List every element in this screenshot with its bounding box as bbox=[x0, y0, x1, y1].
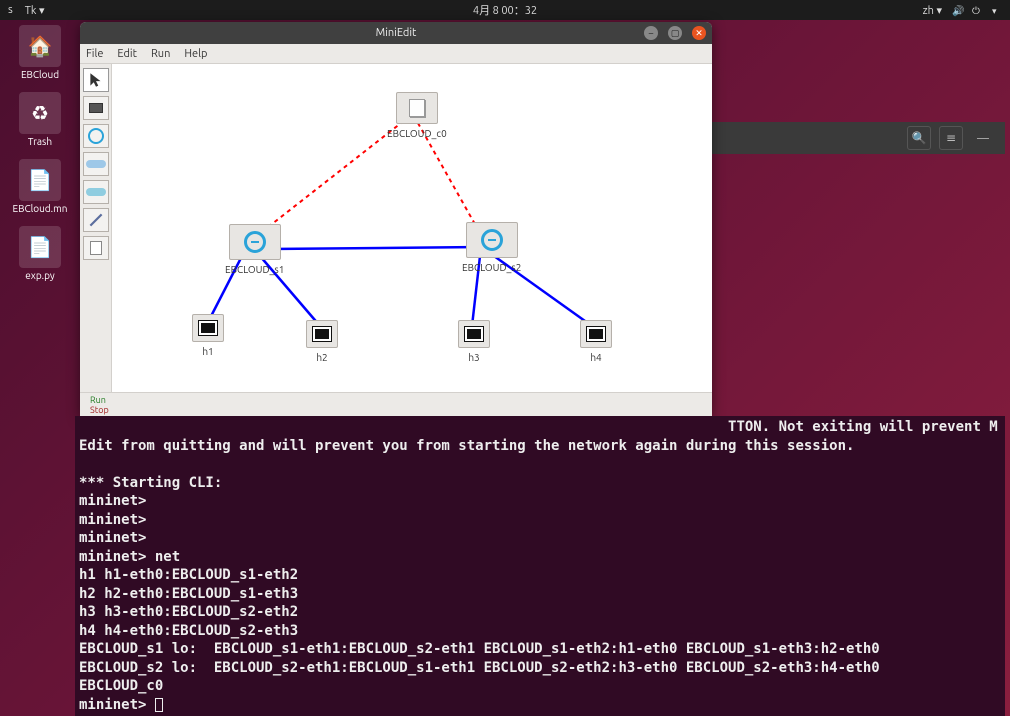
node-label: EBCLOUD_s1 bbox=[225, 264, 284, 275]
window-maximize-button[interactable]: ▢ bbox=[668, 26, 682, 40]
panel-clock[interactable]: 4月 8 00：32 bbox=[473, 2, 537, 18]
terminal-menu-button[interactable]: ≡ bbox=[939, 126, 963, 150]
desktop-icon-trash[interactable]: ♻ Trash bbox=[10, 92, 70, 147]
run-button[interactable]: Run bbox=[84, 395, 712, 405]
trash-icon: ♻ bbox=[19, 92, 61, 134]
tool-pointer[interactable] bbox=[83, 68, 109, 92]
controller-icon bbox=[409, 99, 425, 117]
node-label: EBCLOUD_s2 bbox=[462, 262, 521, 273]
tool-legacy-switch[interactable] bbox=[83, 152, 109, 176]
node-host-h2[interactable]: h2 bbox=[306, 320, 338, 363]
window-minimize-button[interactable]: – bbox=[644, 26, 658, 40]
controller-icon bbox=[90, 241, 102, 255]
home-icon: 🏠 bbox=[19, 25, 61, 67]
menu-file[interactable]: File bbox=[86, 48, 103, 60]
terminal-output[interactable]: TTON. Not exiting will prevent M Edit fr… bbox=[75, 416, 1005, 716]
panel-lang[interactable]: zh ▾ bbox=[923, 4, 942, 17]
panel-left-1[interactable]: s bbox=[8, 4, 13, 17]
node-label: h4 bbox=[590, 352, 601, 363]
file-icon: 📄 bbox=[19, 159, 61, 201]
host-icon bbox=[465, 327, 483, 341]
top-panel: s Tk ▾ 4月 8 00：32 zh ▾ bbox=[0, 0, 1010, 20]
topology-canvas[interactable]: EBCLOUD_c0 EBCLOUD_s1 EBCLOUD_s2 h1 h2 h… bbox=[112, 64, 712, 392]
tool-router[interactable] bbox=[83, 180, 109, 204]
node-switch-s2[interactable]: EBCLOUD_s2 bbox=[462, 222, 521, 273]
terminal-cursor bbox=[155, 698, 163, 712]
window-footer: Run Stop bbox=[80, 392, 712, 416]
tool-host[interactable] bbox=[83, 96, 109, 120]
host-icon bbox=[587, 327, 605, 341]
desktop-icon-label: EBCloud bbox=[21, 69, 59, 80]
desktop-icon-label: Trash bbox=[28, 136, 52, 147]
host-icon bbox=[313, 327, 331, 341]
node-label: h2 bbox=[316, 352, 327, 363]
desktop-icon-exp[interactable]: 📄 exp.py bbox=[10, 226, 70, 281]
menu-run[interactable]: Run bbox=[151, 48, 170, 60]
node-controller-c0[interactable]: EBCLOUD_c0 bbox=[387, 92, 447, 139]
node-switch-s1[interactable]: EBCLOUD_s1 bbox=[225, 224, 284, 275]
power-icon[interactable] bbox=[972, 5, 982, 15]
node-label: EBCLOUD_c0 bbox=[387, 128, 447, 139]
legacy-switch-icon bbox=[86, 160, 106, 168]
switch-icon bbox=[88, 128, 104, 144]
node-label: h1 bbox=[202, 346, 213, 357]
node-label: h3 bbox=[468, 352, 479, 363]
router-icon bbox=[86, 188, 106, 196]
desktop-icon-label: EBCloud.mn bbox=[13, 203, 68, 214]
pointer-icon bbox=[87, 71, 105, 89]
window-close-button[interactable]: ✕ bbox=[692, 26, 706, 40]
tool-switch[interactable] bbox=[83, 124, 109, 148]
switch-icon bbox=[244, 231, 266, 253]
window-title: MiniEdit bbox=[376, 27, 417, 39]
menubar: File Edit Run Help bbox=[80, 44, 712, 64]
toolbar bbox=[80, 64, 112, 392]
miniedit-window: MiniEdit – ▢ ✕ File Edit Run Help bbox=[80, 22, 712, 416]
tool-link[interactable] bbox=[83, 208, 109, 232]
desktop-icon-label: exp.py bbox=[25, 270, 55, 281]
node-host-h4[interactable]: h4 bbox=[580, 320, 612, 363]
menu-edit[interactable]: Edit bbox=[117, 48, 137, 60]
desktop-icon-mn[interactable]: 📄 EBCloud.mn bbox=[10, 159, 70, 214]
switch-icon bbox=[481, 229, 503, 251]
host-icon bbox=[89, 103, 103, 113]
host-icon bbox=[199, 321, 217, 335]
terminal-search-button[interactable]: 🔍 bbox=[907, 126, 931, 150]
terminal-minimize-button[interactable]: — bbox=[971, 126, 995, 150]
node-host-h3[interactable]: h3 bbox=[458, 320, 490, 363]
node-host-h1[interactable]: h1 bbox=[192, 314, 224, 357]
window-titlebar[interactable]: MiniEdit – ▢ ✕ bbox=[80, 22, 712, 44]
tool-controller[interactable] bbox=[83, 236, 109, 260]
volume-icon[interactable] bbox=[952, 5, 962, 15]
desktop-icon-ebcloud[interactable]: 🏠 EBCloud bbox=[10, 25, 70, 80]
link-icon bbox=[87, 211, 105, 229]
stop-button[interactable]: Stop bbox=[84, 405, 712, 415]
file-icon: 📄 bbox=[19, 226, 61, 268]
panel-left-2[interactable]: Tk ▾ bbox=[25, 4, 45, 17]
menu-help[interactable]: Help bbox=[184, 48, 207, 60]
terminal-header-bar: 🔍 ≡ — bbox=[688, 122, 1005, 154]
chevron-down-icon[interactable] bbox=[992, 5, 1002, 15]
desktop-icons: 🏠 EBCloud ♻ Trash 📄 EBCloud.mn 📄 exp.py bbox=[10, 25, 70, 281]
